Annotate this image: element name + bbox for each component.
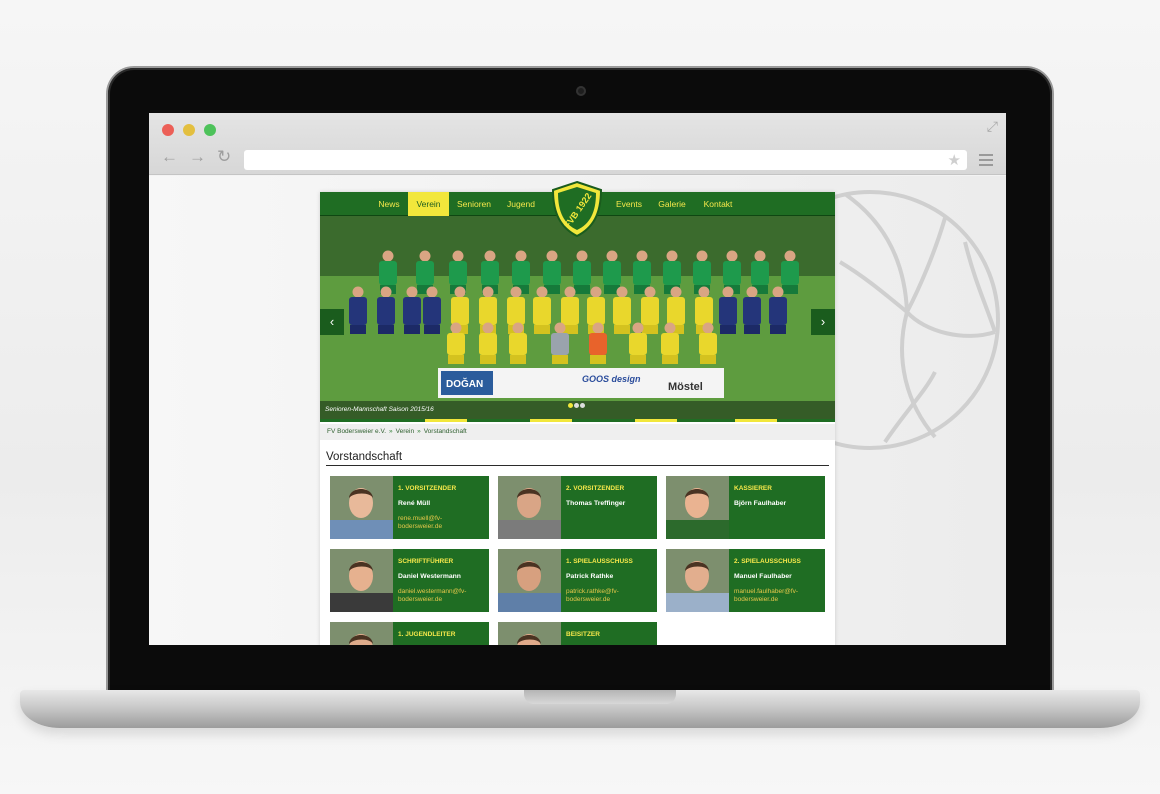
member-card: SCHRIFTFÜHRER Daniel Westermann daniel.wes… <box>330 549 489 612</box>
member-email-link[interactable]: daniel.westermann@fv-bodersweier.de <box>398 588 486 604</box>
member-photo <box>498 622 561 645</box>
camera-icon <box>576 86 586 96</box>
sponsor-goos: GOOS design <box>582 374 641 384</box>
member-card: 1. SPIELAUSSCHUSS Patrick Rathke patrick.r… <box>498 549 657 612</box>
member-photo <box>498 549 561 612</box>
member-name: René Müll <box>398 500 431 507</box>
fullscreen-icon[interactable]: ⤢ <box>987 118 998 135</box>
member-name: Daniel Westermann <box>398 573 461 580</box>
team-photo: DOĞAN GOOS design Möstel <box>320 216 835 419</box>
nav-item-events[interactable]: Events <box>610 192 648 216</box>
member-role: KASSIERER <box>734 485 772 492</box>
zoom-window-button[interactable] <box>204 124 216 136</box>
member-role: BEISITZER <box>566 631 600 638</box>
member-role: SCHRIFTFÜHRER <box>398 558 454 565</box>
breadcrumb-current: Vorstandschaft <box>423 428 467 435</box>
member-role: 2. VORSITZENDER <box>566 485 625 492</box>
back-arrow-icon[interactable]: ← <box>161 148 178 165</box>
member-card: 2. VORSITZENDER Thomas Treffinger <box>498 476 657 539</box>
nav-item-senioren[interactable]: Senioren <box>451 192 497 216</box>
laptop-base <box>20 690 1140 728</box>
reload-icon[interactable]: ↻ <box>217 148 231 165</box>
nav-item-verein[interactable]: Verein <box>408 192 449 216</box>
hero-slider: DOĞAN GOOS design Möstel ‹ › Senioren-Ma… <box>320 216 835 419</box>
member-card: 1. VORSITZENDER René Müll rene.muell@fv-bo… <box>330 476 489 539</box>
member-role: 2. SPIELAUSSCHUSS <box>734 558 801 565</box>
sponsor-dogan: DOĞAN <box>446 377 483 390</box>
member-card: 2. SPIELAUSSCHUSS Manuel Faulhaber manuel.… <box>666 549 825 612</box>
sponsor-moestel: Möstel <box>668 381 703 393</box>
member-photo <box>330 549 393 612</box>
minimize-window-button[interactable] <box>183 124 195 136</box>
breadcrumb-verein[interactable]: Verein <box>396 428 414 435</box>
website-container: News Verein Senioren Jugend Events Galer… <box>320 180 835 645</box>
member-role: 1. SPIELAUSSCHUSS <box>566 558 633 565</box>
breadcrumb-home[interactable]: FV Bodersweier e.V. <box>327 428 386 435</box>
member-card: BEISITZER <box>498 622 657 645</box>
address-bar[interactable]: ★ <box>244 150 967 170</box>
forward-arrow-icon[interactable]: → <box>189 148 206 165</box>
slider-next-button[interactable]: › <box>811 309 835 335</box>
slider-dot[interactable] <box>568 403 573 408</box>
member-photo <box>498 476 561 539</box>
laptop-notch <box>524 690 676 704</box>
close-window-button[interactable] <box>162 124 174 136</box>
nav-item-kontakt[interactable]: Kontakt <box>698 192 738 216</box>
member-card: KASSIERER Björn Faulhaber <box>666 476 825 539</box>
member-name: Manuel Faulhaber <box>734 573 792 580</box>
browser-chrome: ⤢ ← → ↻ ★ <box>149 113 1006 175</box>
member-name: Thomas Treffinger <box>566 500 626 507</box>
member-email-link[interactable]: patrick.rathke@fv-bodersweier.de <box>566 588 654 604</box>
slider-dot[interactable] <box>580 403 585 408</box>
breadcrumb: FV Bodersweier e.V.» Verein» Vorstandschaf… <box>320 424 835 440</box>
member-photo <box>666 476 729 539</box>
member-name: Björn Faulhaber <box>734 500 787 507</box>
nav-item-jugend[interactable]: Jugend <box>500 192 542 216</box>
member-photo <box>330 476 393 539</box>
member-email-link[interactable]: manuel.faulhaber@fv-bodersweier.de <box>734 588 822 604</box>
football-background-graphic <box>825 190 1000 450</box>
browser-menu-icon[interactable] <box>979 154 993 169</box>
member-role: 1. VORSITZENDER <box>398 485 457 492</box>
nav-item-news[interactable]: News <box>372 192 406 216</box>
nav-item-galerie[interactable]: Galerie <box>652 192 692 216</box>
slider-dot[interactable] <box>574 403 579 408</box>
yellow-green-stripe <box>320 419 835 422</box>
member-name: Patrick Rathke <box>566 573 614 580</box>
slider-prev-button[interactable]: ‹ <box>320 309 344 335</box>
member-photo <box>666 549 729 612</box>
member-email-link[interactable]: rene.muell@fv-bodersweier.de <box>398 515 486 531</box>
laptop-screen: ⤢ ← → ↻ ★ News Verein Senioren Jugend Ev… <box>149 113 1006 645</box>
slider-dots <box>568 395 586 413</box>
member-card: 1. JUGENDLEITER <box>330 622 489 645</box>
member-role: 1. JUGENDLEITER <box>398 631 456 638</box>
club-crest-logo[interactable]: FVB 1922 <box>549 180 605 238</box>
page-title: Vorstandschaft <box>326 451 829 466</box>
bookmark-star-icon[interactable]: ★ <box>948 151 961 169</box>
member-photo <box>330 622 393 645</box>
web-page: News Verein Senioren Jugend Events Galer… <box>149 176 1006 645</box>
